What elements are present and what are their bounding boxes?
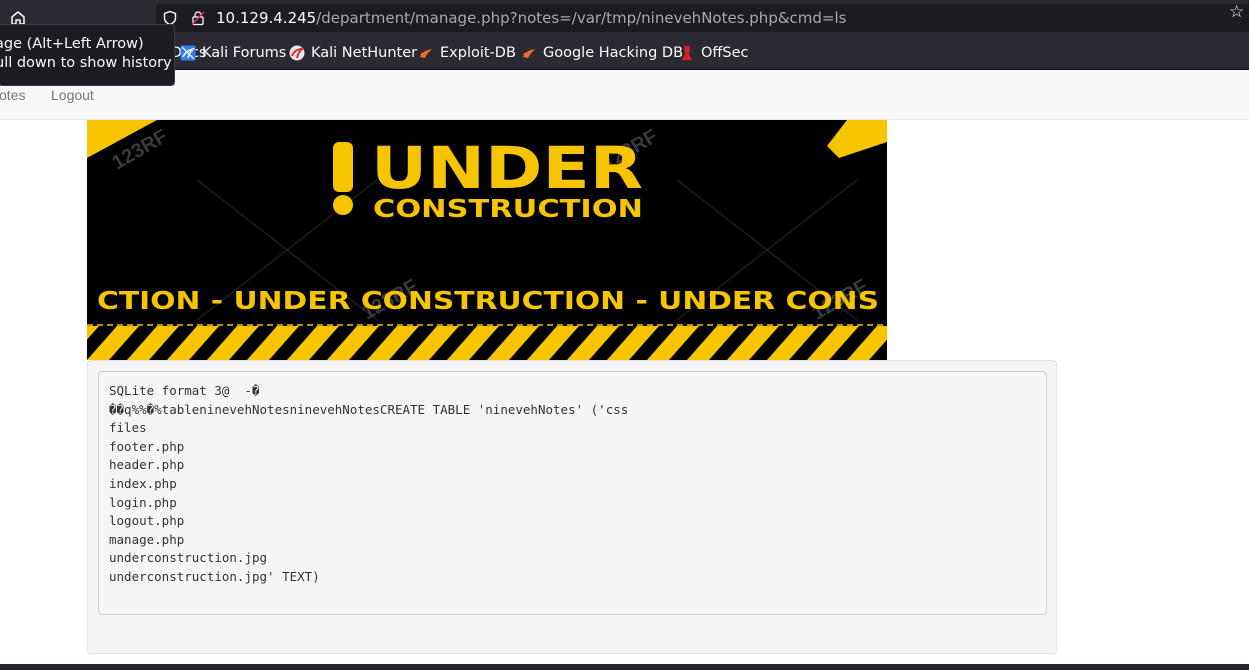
- google-hacking-db-icon: [521, 45, 537, 61]
- bookmark-exploit-db[interactable]: Exploit-DB: [418, 44, 516, 62]
- banner-ticker: CTION - UNDER CONSTRUCTION - UNDER CONS: [97, 286, 879, 315]
- output-line: SQLite format 3@ -�: [109, 383, 260, 398]
- output-line: underconstruction.jpg' TEXT): [109, 568, 320, 584]
- bookmark-kali-forums[interactable]: Kali Forums: [180, 44, 286, 62]
- output-line: files: [109, 420, 147, 436]
- under-construction-image: 123RF 123RF 123RF 123RF UNDER CONSTRUCTI…: [87, 120, 887, 360]
- kali-forums-icon: [180, 45, 196, 61]
- bookmark-star-icon[interactable]: ☆: [1229, 3, 1247, 21]
- url-host: 10.129.4.245: [216, 9, 317, 27]
- bookmark-offsec[interactable]: OffSec: [679, 44, 749, 62]
- output-line: login.php: [109, 494, 177, 510]
- taskbar-strip: [0, 664, 1249, 670]
- bookmark-label: Kali NetHunter: [311, 45, 418, 61]
- bookmark-label: Kali Forums: [202, 45, 287, 61]
- banner-subline: CONSTRUCTION: [373, 194, 643, 223]
- url-text[interactable]: 10.129.4.245/department/manage.php?notes…: [216, 9, 846, 27]
- url-bar[interactable]: 10.129.4.245/department/manage.php?notes…: [156, 4, 1249, 32]
- bookmark-label: OffSec: [701, 45, 749, 61]
- nav-logout-link[interactable]: Logout: [51, 87, 94, 103]
- output-line: manage.php: [109, 531, 185, 547]
- url-path: /department/manage.php?notes=/var/tmp/ni…: [316, 9, 847, 27]
- banner-headline: UNDER: [371, 134, 643, 202]
- bookmark-kali-nethunter[interactable]: Kali NetHunter: [289, 44, 417, 62]
- output-line: footer.php: [109, 438, 185, 454]
- back-button-tooltip: age (Alt+Left Arrow) ull down to show hi…: [0, 24, 175, 86]
- bookmark-google-hacking-db[interactable]: Google Hacking DB: [521, 44, 683, 62]
- output-line: header.php: [109, 457, 185, 473]
- insecure-lock-icon[interactable]: [190, 10, 206, 26]
- exploit-db-icon: [418, 45, 434, 61]
- offsec-icon: [679, 45, 695, 61]
- output-line: ��q%%�%tableninevehNotesninevehNotesCREA…: [109, 401, 629, 417]
- under-construction-banner: 123RF 123RF 123RF 123RF UNDER CONSTRUCTI…: [87, 120, 887, 360]
- site-navbar: otes Logout: [0, 70, 1249, 120]
- bookmark-label: Google Hacking DB: [543, 45, 684, 61]
- bookmark-label: Exploit-DB: [440, 45, 516, 61]
- output-line: index.php: [109, 475, 177, 491]
- tooltip-line-2: ull down to show history: [0, 55, 172, 71]
- bookmarks-bar: Kali Docs Kali Forums Kali NetHunter Exp…: [0, 36, 1249, 70]
- tooltip-line-1: age (Alt+Left Arrow): [0, 36, 144, 52]
- command-output: SQLite format 3@ -� ��q%%�%tableninevehN…: [98, 371, 1047, 615]
- kali-nethunter-icon: [289, 45, 305, 61]
- output-line: logout.php: [109, 513, 185, 529]
- browser-toolbar: 10.129.4.245/department/manage.php?notes…: [0, 0, 1249, 36]
- nav-notes-link[interactable]: otes: [0, 87, 25, 103]
- output-line: underconstruction.jpg: [109, 550, 268, 566]
- output-well: SQLite format 3@ -� ��q%%�%tableninevehN…: [87, 360, 1057, 654]
